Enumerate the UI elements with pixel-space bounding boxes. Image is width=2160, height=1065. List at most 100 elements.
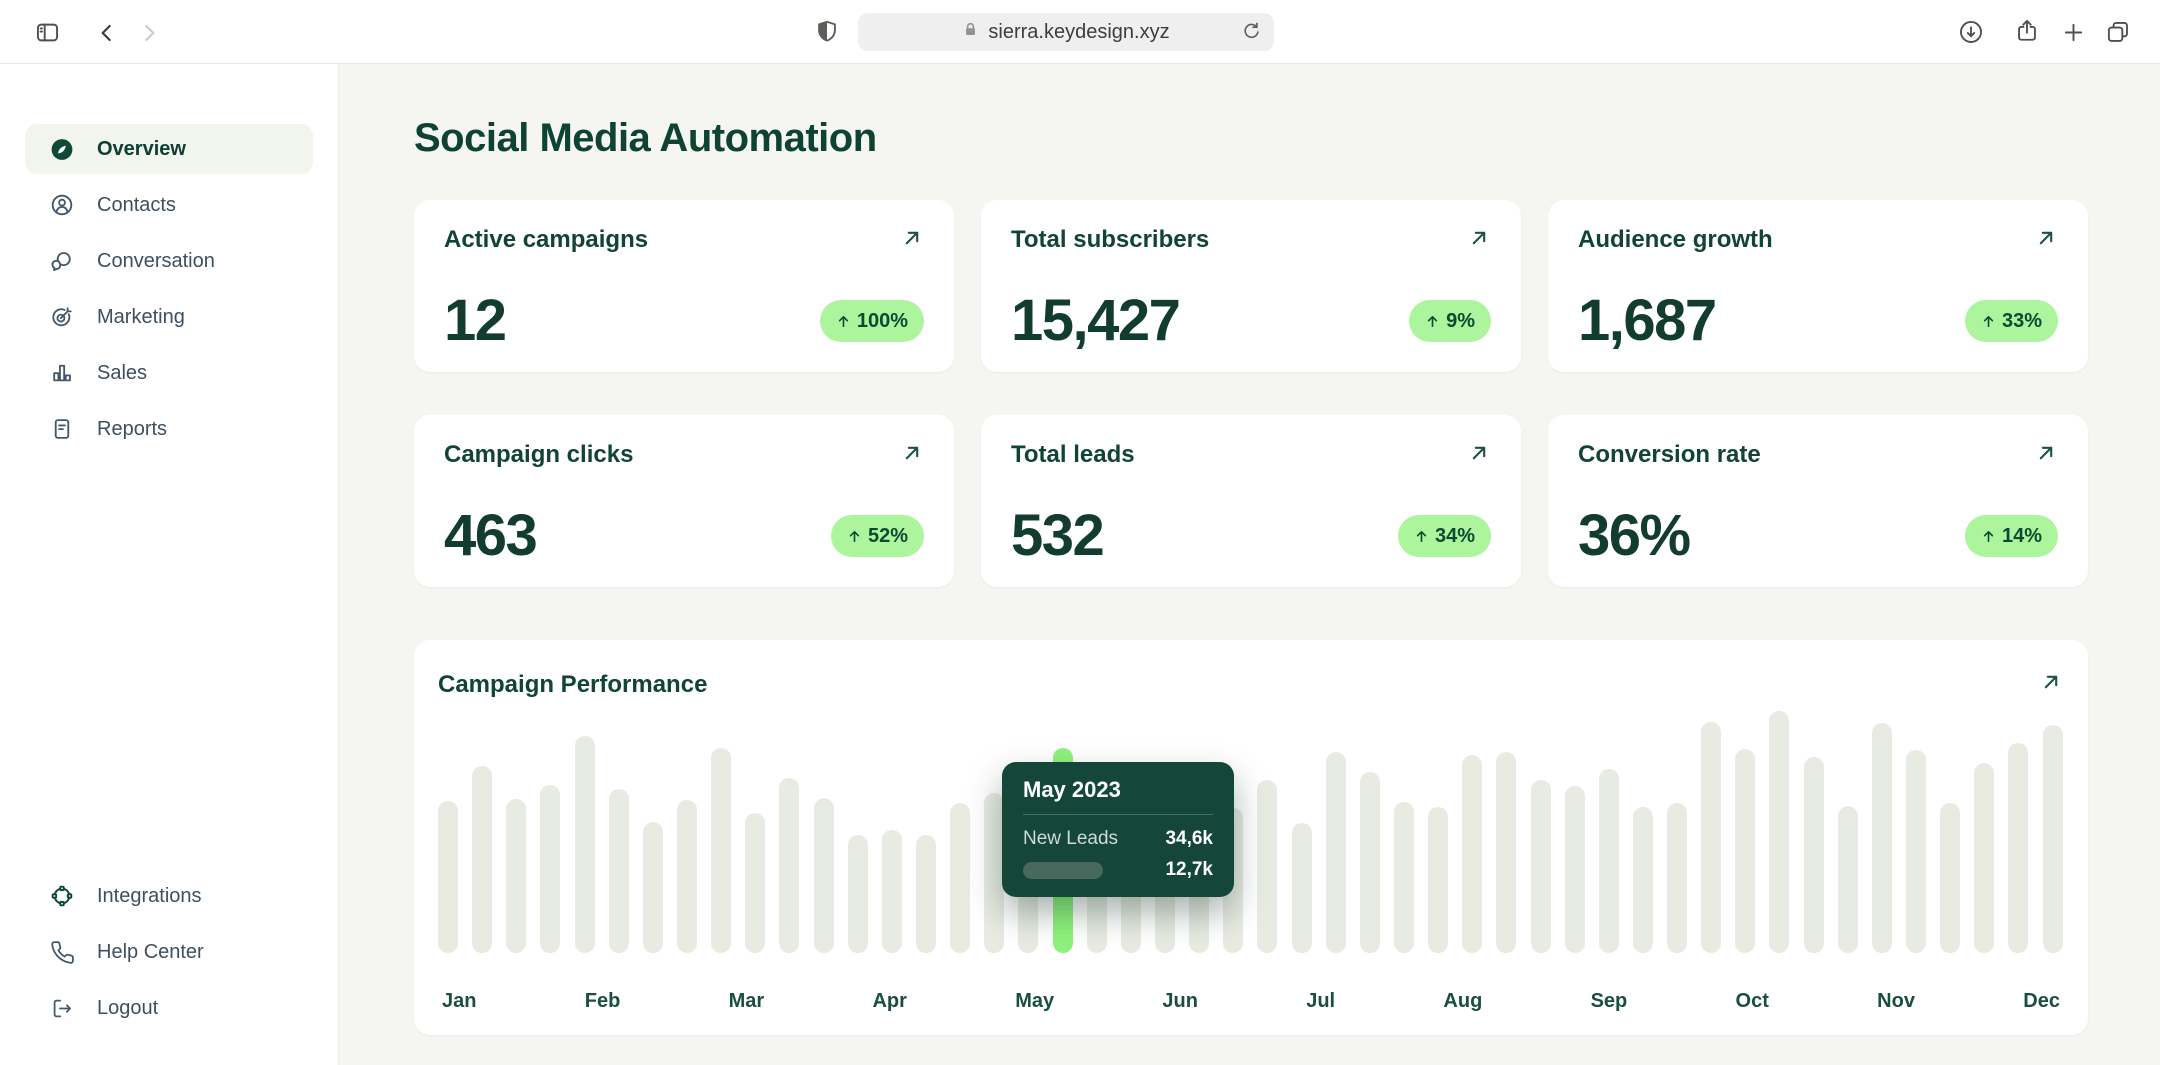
stat-card[interactable]: Audience growth1,68733% [1548, 200, 2088, 372]
trend-badge: 100% [820, 300, 924, 342]
sidebar-item-help-center[interactable]: Help Center [25, 927, 313, 977]
tooltip-value-primary: 34,6k [1165, 828, 1213, 850]
chart-bar[interactable] [1496, 752, 1516, 953]
chart-bar[interactable] [540, 785, 560, 953]
trend-badge: 33% [1965, 300, 2058, 342]
chart-bar[interactable] [1326, 752, 1346, 953]
chart-bar[interactable] [1428, 807, 1448, 953]
external-link-icon[interactable] [2034, 226, 2058, 255]
up-arrow-icon [1981, 529, 1996, 544]
sidebar-item-conversation[interactable]: Conversation [25, 236, 313, 286]
chart-bar[interactable] [2043, 725, 2063, 953]
chart-bar[interactable] [1599, 769, 1619, 953]
forward-icon[interactable] [134, 18, 164, 48]
sidebar-item-sales[interactable]: Sales [25, 348, 313, 398]
stat-card-value: 1,687 [1578, 292, 1716, 350]
sidebar-nav: Overview Contacts Conversation [25, 124, 313, 460]
chart-bar[interactable] [1462, 755, 1482, 953]
chart-bar[interactable] [950, 803, 970, 953]
chart-bar[interactable] [1906, 750, 1926, 953]
up-arrow-icon [1425, 314, 1440, 329]
stat-card[interactable]: Campaign clicks46352% [414, 415, 954, 587]
chart-bar[interactable] [575, 736, 595, 953]
sidebar-item-logout[interactable]: Logout [25, 983, 313, 1033]
external-link-icon[interactable] [900, 441, 924, 470]
month-label: Nov [1877, 990, 1915, 1013]
tabs-overview-icon[interactable] [2103, 17, 2133, 47]
chart-bar[interactable] [711, 748, 731, 953]
external-link-icon[interactable] [2039, 670, 2063, 699]
up-arrow-icon [836, 314, 851, 329]
chart-bar[interactable] [506, 799, 526, 953]
chart-bar[interactable] [1394, 802, 1414, 953]
external-link-icon[interactable] [2034, 441, 2058, 470]
chart-bar[interactable] [643, 822, 663, 953]
trend-badge-label: 100% [857, 310, 908, 333]
reload-icon[interactable] [1239, 20, 1263, 50]
external-link-icon[interactable] [1467, 226, 1491, 255]
chart-bar[interactable] [438, 801, 458, 953]
new-tab-icon[interactable] [2058, 17, 2088, 47]
chart-bar[interactable] [1804, 757, 1824, 953]
stat-card-value: 12 [444, 292, 506, 350]
stat-card[interactable]: Conversion rate36%14% [1548, 415, 2088, 587]
chart-bar[interactable] [779, 778, 799, 953]
sidebar-item-marketing[interactable]: Marketing [25, 292, 313, 342]
chart-bar[interactable] [848, 835, 868, 953]
sidebar-footer: Integrations Help Center Logout [25, 871, 313, 1039]
chart-bar[interactable] [1633, 807, 1653, 953]
page-title: Social Media Automation [414, 116, 877, 161]
sidebar-toggle-icon[interactable] [32, 17, 62, 47]
campaign-performance-card: Campaign Performance JanFebMarAprMayJunJ… [414, 640, 2088, 1035]
chart-bar[interactable] [1360, 772, 1380, 953]
chart-bar[interactable] [1701, 722, 1721, 953]
chart-bar[interactable] [1872, 723, 1892, 953]
sidebar-item-label: Marketing [97, 306, 185, 329]
chart-bar[interactable] [916, 835, 936, 953]
sidebar-item-label: Reports [97, 418, 167, 441]
stat-card[interactable]: Active campaigns12100% [414, 200, 954, 372]
chart-bar[interactable] [745, 813, 765, 953]
sidebar-item-integrations[interactable]: Integrations [25, 871, 313, 921]
url-text: sierra.keydesign.xyz [988, 21, 1169, 44]
up-arrow-icon [1414, 529, 1429, 544]
chart-bar[interactable] [472, 766, 492, 953]
sidebar-item-label: Sales [97, 362, 147, 385]
share-icon[interactable] [2012, 16, 2042, 46]
chart-bar[interactable] [677, 800, 697, 953]
chart-bar[interactable] [814, 798, 834, 953]
back-icon[interactable] [92, 18, 122, 48]
chart-bar[interactable] [1974, 763, 1994, 953]
chart-bar[interactable] [1735, 749, 1755, 953]
month-label: Jan [442, 990, 476, 1013]
sidebar-item-reports[interactable]: Reports [25, 404, 313, 454]
month-label: Aug [1443, 990, 1482, 1013]
stat-card[interactable]: Total leads53234% [981, 415, 1521, 587]
chart-bar[interactable] [882, 830, 902, 953]
chart-bar[interactable] [1257, 780, 1277, 953]
month-label: Feb [585, 990, 621, 1013]
chart-bar[interactable] [1292, 823, 1312, 953]
chart-bar[interactable] [1838, 806, 1858, 953]
month-label: Jul [1306, 990, 1335, 1013]
tooltip-series-swatch [1023, 862, 1103, 879]
external-link-icon[interactable] [1467, 441, 1491, 470]
chart-bar[interactable] [609, 789, 629, 953]
privacy-shield-icon[interactable] [812, 17, 842, 47]
chart-bar[interactable] [1565, 786, 1585, 953]
downloads-icon[interactable] [1956, 17, 1986, 47]
tooltip-title: May 2023 [1023, 777, 1213, 803]
chart-bar[interactable] [1769, 711, 1789, 953]
chart-bar[interactable] [2008, 743, 2028, 953]
sidebar-item-overview[interactable]: Overview [25, 124, 313, 174]
sidebar-item-contacts[interactable]: Contacts [25, 180, 313, 230]
external-link-icon[interactable] [900, 226, 924, 255]
chart-bar[interactable] [1667, 803, 1687, 953]
trend-badge: 52% [831, 515, 924, 557]
chart-bar[interactable] [1940, 803, 1960, 953]
browser-toolbar: sierra.keydesign.xyz [0, 0, 2160, 64]
address-bar[interactable]: sierra.keydesign.xyz [858, 13, 1274, 51]
chart-bar[interactable] [1531, 780, 1551, 953]
stat-card[interactable]: Total subscribers15,4279% [981, 200, 1521, 372]
bar-chart-icon [49, 360, 75, 386]
